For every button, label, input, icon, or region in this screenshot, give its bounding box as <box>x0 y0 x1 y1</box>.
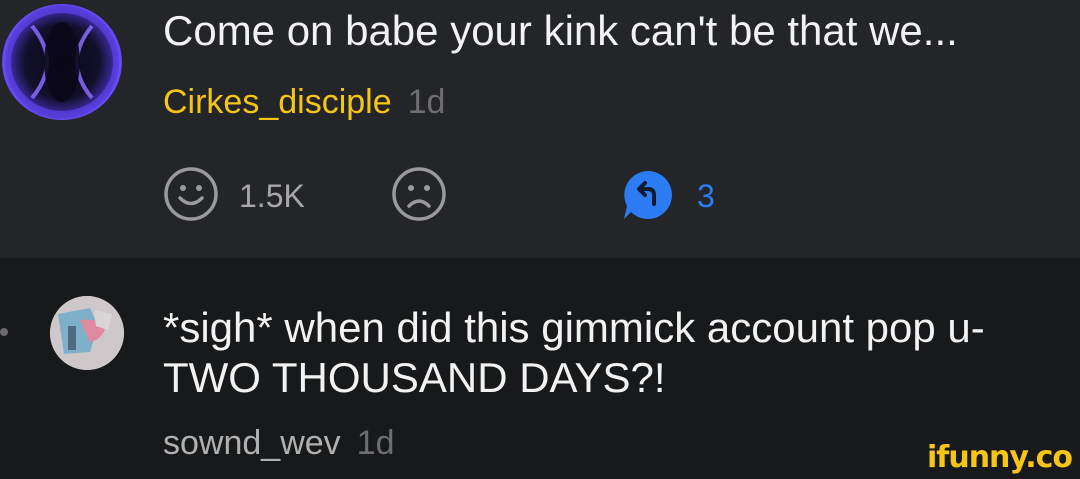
author-name[interactable]: Cirkes_disciple <box>163 83 392 121</box>
timestamp: 1d <box>356 424 395 462</box>
reply-count[interactable]: 3 <box>697 178 715 214</box>
reply-icon[interactable] <box>621 168 675 222</box>
unsmile-icon[interactable] <box>391 166 447 222</box>
comment-text: *sigh* when did this gimmick account pop… <box>163 304 985 401</box>
timestamp: 1d <box>407 83 446 121</box>
avatar[interactable] <box>2 4 122 120</box>
author-name[interactable]: sownd_wev <box>163 424 341 462</box>
smile-count: 1.5K <box>239 178 305 214</box>
comment-meta: sownd_wev 1d <box>163 423 394 463</box>
avatar[interactable] <box>50 296 124 370</box>
watermark: ifunny.co <box>927 440 1073 475</box>
thread-bullet <box>0 328 8 336</box>
comment-1: Come on babe your kink can't be that we.… <box>0 0 1080 258</box>
comment-text: Come on babe your kink can't be that we.… <box>163 7 958 54</box>
comment-meta: Cirkes_disciple 1d <box>163 82 445 122</box>
smile-icon[interactable] <box>163 166 219 222</box>
comment-actions: 1.5K 3 <box>163 166 763 224</box>
